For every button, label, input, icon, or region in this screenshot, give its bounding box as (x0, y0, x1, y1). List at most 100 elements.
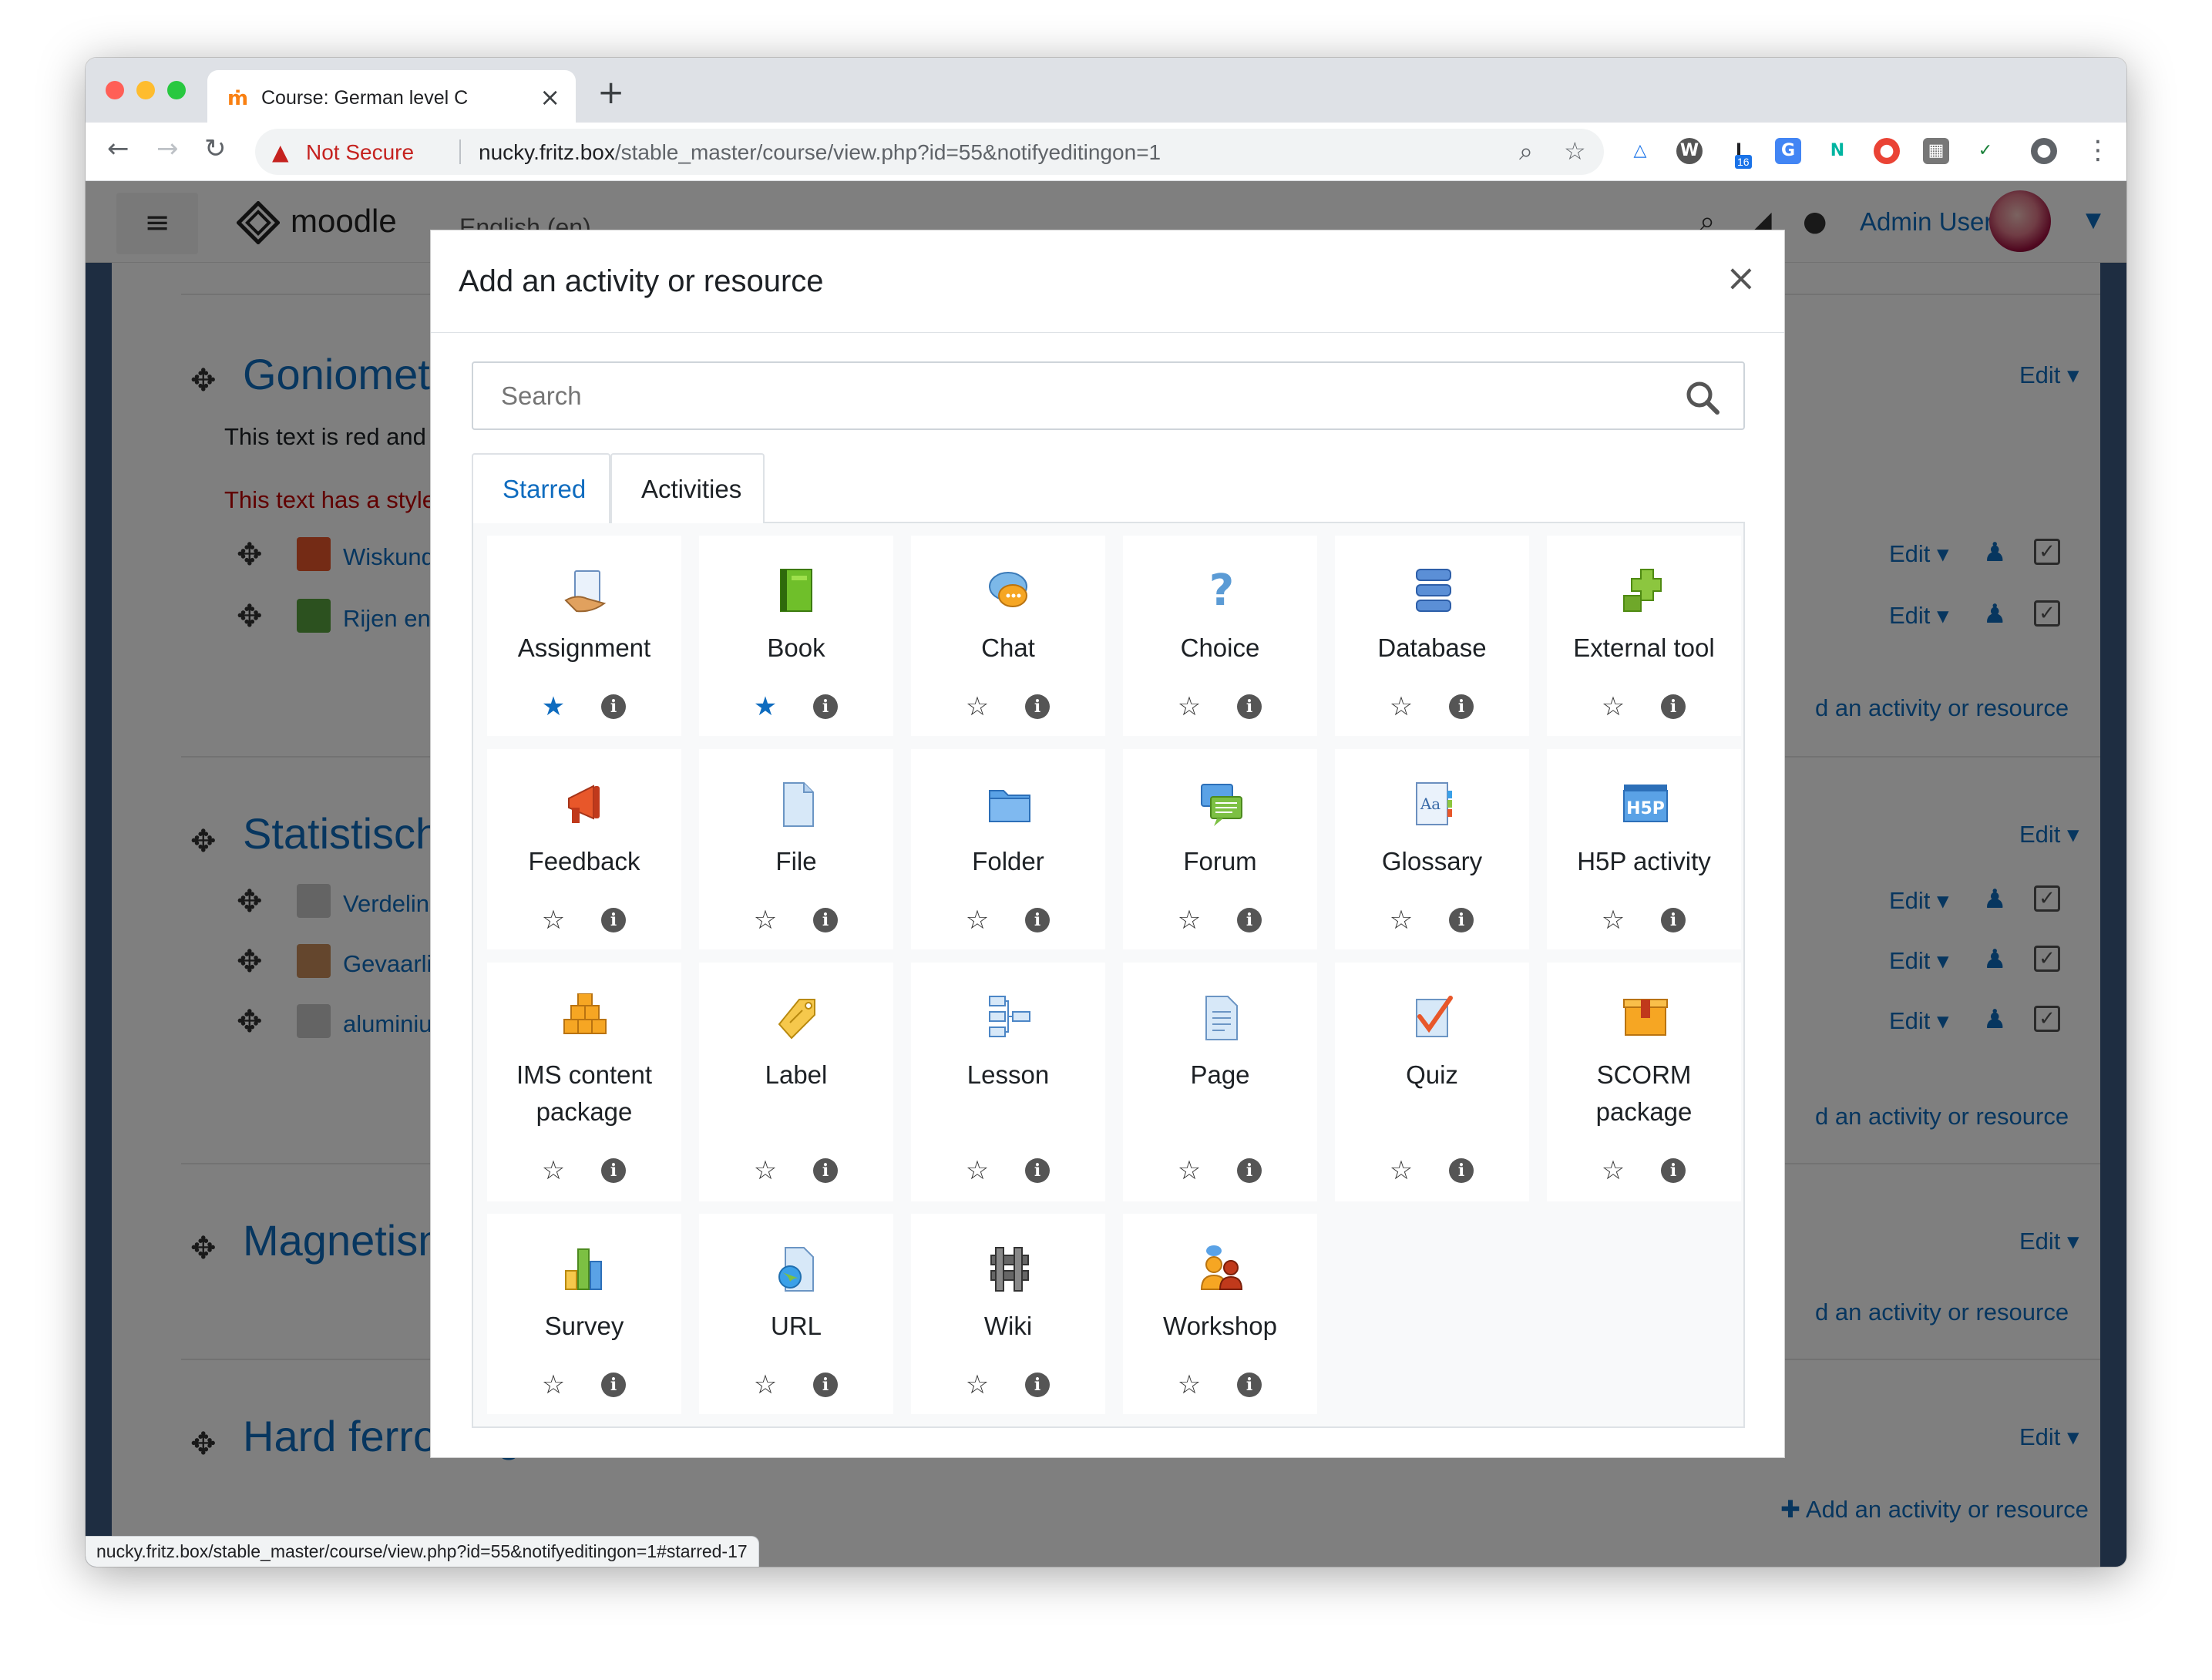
activity-card[interactable]: Wiki ☆ i (911, 1214, 1105, 1414)
search-icon[interactable] (1685, 380, 1720, 415)
activity-card[interactable]: Chat ☆ i (911, 536, 1105, 736)
star-outline-icon[interactable]: ☆ (1386, 1155, 1417, 1186)
starred-icon[interactable]: ★ (538, 691, 569, 722)
activity-card[interactable]: Folder ☆ i (911, 749, 1105, 949)
quiz-icon (1416, 996, 1453, 1037)
activity-card[interactable]: External tool ☆ i (1547, 536, 1741, 736)
database-icon (1416, 569, 1451, 612)
info-icon[interactable]: i (1449, 1158, 1474, 1183)
activity-card[interactable]: Database ☆ i (1335, 536, 1529, 736)
info-icon[interactable]: i (601, 908, 626, 932)
activity-card[interactable]: SCORM package ☆ i (1547, 963, 1741, 1201)
info-icon[interactable]: i (1025, 1158, 1050, 1183)
info-icon[interactable]: i (601, 1373, 626, 1397)
info-icon[interactable]: i (1661, 908, 1686, 932)
address-bar[interactable]: ▲ Not Secure nucky.fritz.box/stable_mast… (255, 129, 1604, 175)
activity-card[interactable]: Feedback ☆ i (487, 749, 681, 949)
star-outline-icon[interactable]: ☆ (750, 905, 781, 936)
info-icon[interactable]: i (1025, 908, 1050, 932)
info-icon[interactable]: i (813, 694, 838, 719)
activity-card[interactable]: ? Choice ☆ i (1123, 536, 1317, 736)
activity-card[interactable]: Book ★ i (699, 536, 893, 736)
extension-wordpress-icon[interactable]: W (1676, 138, 1703, 164)
activity-card[interactable]: Label ☆ i (699, 963, 893, 1201)
close-window-button[interactable] (106, 81, 124, 99)
info-icon[interactable]: i (1449, 694, 1474, 719)
star-outline-icon[interactable]: ☆ (1598, 691, 1629, 722)
info-icon[interactable]: i (1237, 1373, 1262, 1397)
tab-starred[interactable]: Starred (472, 453, 610, 523)
info-icon[interactable]: i (1237, 694, 1262, 719)
activity-card[interactable]: Lesson ☆ i (911, 963, 1105, 1201)
menu-dots-icon[interactable]: ⋮ (2085, 135, 2111, 166)
browser-tab[interactable]: ṁ Course: German level C × (207, 70, 576, 123)
info-icon[interactable]: i (813, 1373, 838, 1397)
activity-card[interactable]: Assignment ★ i (487, 536, 681, 736)
profile-icon[interactable]: ● (2031, 138, 2057, 164)
info-icon[interactable]: i (1237, 908, 1262, 932)
activity-card[interactable]: URL ☆ i (699, 1214, 893, 1414)
activity-card[interactable]: Page ☆ i (1123, 963, 1317, 1201)
star-outline-icon[interactable]: ☆ (1174, 691, 1205, 722)
activity-card[interactable]: Aa Glossary ☆ i (1335, 749, 1529, 949)
star-outline-icon[interactable]: ☆ (962, 1155, 993, 1186)
new-tab-button[interactable]: + (597, 73, 624, 111)
info-icon[interactable]: i (1661, 1158, 1686, 1183)
close-icon[interactable]: × (1726, 257, 1756, 300)
info-icon[interactable]: i (601, 694, 626, 719)
close-tab-icon[interactable]: × (540, 82, 560, 112)
star-outline-icon[interactable]: ☆ (1174, 905, 1205, 936)
star-outline-icon[interactable]: ☆ (1598, 1155, 1629, 1186)
info-icon[interactable]: i (813, 908, 838, 932)
extension-triangle-icon[interactable]: △ (1627, 138, 1653, 164)
extension-qr-icon[interactable]: ▦ (1923, 138, 1949, 164)
star-outline-icon[interactable]: ☆ (1386, 905, 1417, 936)
back-icon[interactable]: ← (107, 133, 129, 164)
activity-card[interactable]: Workshop ☆ i (1123, 1214, 1317, 1414)
info-icon[interactable]: i (1025, 694, 1050, 719)
bookmark-star-icon[interactable]: ☆ (1564, 136, 1586, 166)
search-field[interactable] (472, 361, 1745, 430)
activity-name: IMS content package (516, 1060, 653, 1126)
search-input[interactable] (501, 381, 1657, 411)
zoom-window-button[interactable] (167, 81, 186, 99)
info-icon[interactable]: i (813, 1158, 838, 1183)
activity-card[interactable]: H5P H5P activity ☆ i (1547, 749, 1741, 949)
starred-icon[interactable]: ★ (750, 691, 781, 722)
info-icon[interactable]: i (601, 1158, 626, 1183)
star-outline-icon[interactable]: ☆ (1598, 905, 1629, 936)
star-outline-icon[interactable]: ☆ (538, 1155, 569, 1186)
h5p-icon: H5P (1623, 785, 1668, 822)
info-icon[interactable]: i (1025, 1373, 1050, 1397)
info-icon[interactable]: i (1449, 908, 1474, 932)
star-outline-icon[interactable]: ☆ (1386, 691, 1417, 722)
tab-activities[interactable]: Activities (610, 453, 765, 525)
extension-n-icon[interactable]: N (1824, 138, 1851, 164)
reload-icon[interactable]: ↻ (204, 133, 227, 164)
activity-card[interactable]: Forum ☆ i (1123, 749, 1317, 949)
extension-color-icon[interactable]: ● (1874, 138, 1900, 164)
forward-icon[interactable]: → (156, 133, 179, 164)
activity-name: Lesson (966, 1060, 1050, 1089)
activity-card[interactable]: Survey ☆ i (487, 1214, 681, 1414)
activity-card[interactable]: Quiz ☆ i (1335, 963, 1529, 1201)
zoom-icon[interactable]: ⌕ (1519, 136, 1533, 166)
activity-card[interactable]: IMS content package ☆ i (487, 963, 681, 1201)
star-outline-icon[interactable]: ☆ (962, 691, 993, 722)
extension-check-icon[interactable]: ✓ (1972, 138, 1999, 164)
minimize-window-button[interactable] (136, 81, 155, 99)
star-outline-icon[interactable]: ☆ (538, 905, 569, 936)
star-outline-icon[interactable]: ☆ (750, 1369, 781, 1400)
star-outline-icon[interactable]: ☆ (962, 905, 993, 936)
star-outline-icon[interactable]: ☆ (1174, 1155, 1205, 1186)
activity-card[interactable]: File ☆ i (699, 749, 893, 949)
star-outline-icon[interactable]: ☆ (538, 1369, 569, 1400)
security-label[interactable]: Not Secure (306, 140, 414, 165)
star-outline-icon[interactable]: ☆ (962, 1369, 993, 1400)
star-outline-icon[interactable]: ☆ (1174, 1369, 1205, 1400)
url-text[interactable]: nucky.fritz.box/stable_master/course/vie… (479, 140, 1161, 165)
info-icon[interactable]: i (1237, 1158, 1262, 1183)
extension-translate-icon[interactable]: G (1775, 138, 1801, 164)
star-outline-icon[interactable]: ☆ (750, 1155, 781, 1186)
info-icon[interactable]: i (1661, 694, 1686, 719)
